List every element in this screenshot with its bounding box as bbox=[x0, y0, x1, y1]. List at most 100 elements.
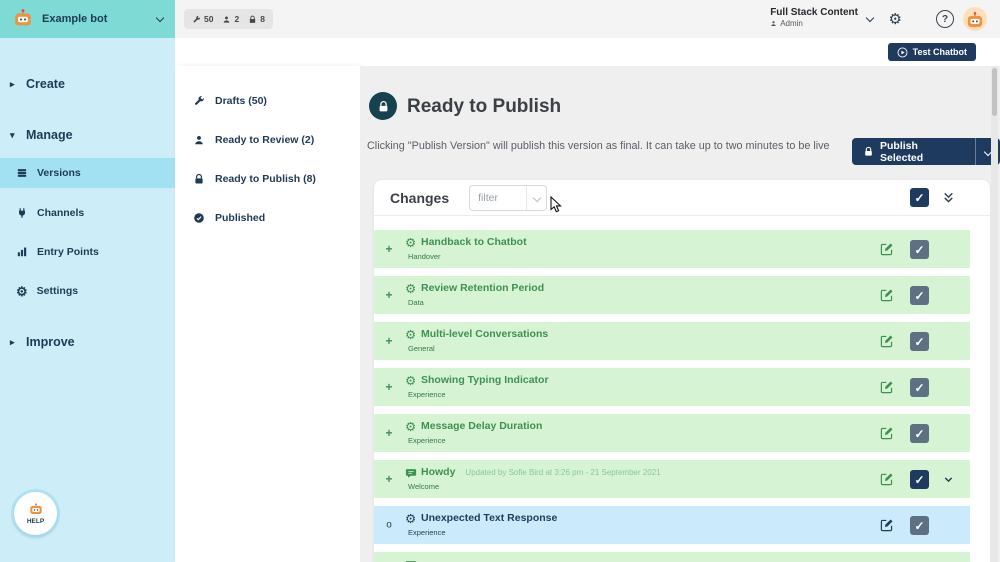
gear-icon bbox=[405, 328, 416, 342]
bot-avatar-icon bbox=[12, 8, 34, 30]
modified-marker: o bbox=[386, 519, 392, 531]
sidebar-section-create[interactable]: ▸ Create bbox=[0, 73, 175, 95]
gear-icon bbox=[405, 282, 416, 296]
triangle-down-icon: ▾ bbox=[10, 129, 15, 140]
row-checkbox[interactable] bbox=[910, 240, 929, 259]
check-circle-icon bbox=[193, 212, 205, 224]
nav-item-drafts[interactable]: Drafts (50) bbox=[175, 86, 360, 116]
user-avatar[interactable] bbox=[963, 7, 987, 31]
gear-icon bbox=[405, 374, 416, 388]
publish-selected-label: Publish Selected bbox=[880, 139, 924, 164]
settings-gear-icon[interactable] bbox=[889, 11, 902, 28]
change-category: Experience bbox=[408, 390, 446, 399]
bot-selector[interactable]: Example bot bbox=[0, 0, 175, 38]
sidebar-section-improve[interactable]: ▸ Improve bbox=[0, 331, 175, 353]
person-icon bbox=[193, 134, 205, 146]
edit-icon[interactable] bbox=[880, 288, 894, 302]
chevron-down-icon[interactable] bbox=[942, 473, 955, 486]
change-meta: Updated by Sofie Bird at 3:26 pm - 21 Se… bbox=[465, 468, 661, 477]
lock-icon bbox=[863, 146, 874, 157]
added-marker: + bbox=[385, 380, 393, 394]
account-info: Full Stack Content Admin bbox=[770, 7, 858, 28]
review-count: 2 bbox=[234, 14, 240, 24]
person-icon bbox=[222, 15, 231, 24]
help-floating-button[interactable]: HELP bbox=[14, 492, 57, 535]
page-description: Clicking "Publish Version" will publish … bbox=[367, 140, 830, 152]
edit-icon[interactable] bbox=[880, 426, 894, 440]
added-marker: + bbox=[385, 472, 393, 486]
sidebar-create-label: Create bbox=[26, 77, 65, 91]
change-title: Handback to Chatbot bbox=[421, 236, 527, 248]
sidebar: ▸ Create ▾ Manage Versions Channels Entr… bbox=[0, 38, 175, 562]
change-row[interactable]: + Review Retention Period Data bbox=[374, 276, 970, 314]
person-icon bbox=[770, 20, 777, 27]
sidebar-manage-label: Manage bbox=[26, 128, 73, 142]
change-title: Showing Typing Indicator bbox=[421, 374, 549, 386]
test-chatbot-button[interactable]: Test Chatbot bbox=[887, 43, 976, 61]
scrollbar-thumb[interactable] bbox=[992, 68, 997, 116]
edit-icon[interactable] bbox=[880, 334, 894, 348]
versions-label: Versions bbox=[37, 167, 81, 179]
account-name: Full Stack Content bbox=[770, 7, 858, 18]
edit-icon[interactable] bbox=[880, 472, 894, 486]
bar-chart-icon bbox=[16, 246, 28, 258]
main-content: Ready to Publish Clicking "Publish Versi… bbox=[360, 66, 1000, 562]
row-checkbox[interactable] bbox=[910, 378, 929, 397]
drafts-stat: 50 bbox=[192, 14, 213, 24]
sidebar-item-channels[interactable]: Channels bbox=[0, 198, 175, 228]
scrollbar bbox=[991, 66, 998, 562]
change-title: Multi-level Conversations bbox=[421, 328, 549, 340]
lock-icon bbox=[248, 15, 257, 24]
change-row[interactable]: + Multi-level Conversations General bbox=[374, 322, 970, 360]
row-checkbox[interactable] bbox=[910, 516, 929, 535]
edit-icon[interactable] bbox=[880, 380, 894, 394]
change-row[interactable]: + Showing Typing Indicator Experience bbox=[374, 368, 970, 406]
change-row[interactable]: + Handback to Chatbot Handover bbox=[374, 230, 970, 268]
sidebar-item-entry-points[interactable]: Entry Points bbox=[0, 237, 175, 267]
change-category: Experience bbox=[408, 528, 446, 537]
change-row-modified[interactable]: o Unexpected Text Response Experience bbox=[374, 506, 970, 544]
added-marker: + bbox=[385, 426, 393, 440]
change-title: Unexpected Text Response bbox=[421, 512, 558, 524]
gear-icon bbox=[405, 420, 416, 434]
edit-icon[interactable] bbox=[880, 518, 894, 532]
wrench-icon bbox=[193, 95, 205, 107]
lock-icon bbox=[193, 173, 205, 185]
change-title: Review Retention Period bbox=[421, 282, 545, 294]
account-role: Admin bbox=[770, 19, 803, 28]
gear-icon bbox=[405, 236, 416, 250]
sidebar-item-versions[interactable]: Versions bbox=[0, 158, 175, 188]
gear-icon bbox=[405, 512, 416, 526]
publish-stat: 8 bbox=[248, 14, 265, 24]
gear-icon bbox=[16, 284, 28, 299]
change-title: Howdy bbox=[421, 466, 456, 478]
row-checkbox[interactable] bbox=[910, 470, 929, 489]
nav-item-ready-to-review[interactable]: Ready to Review (2) bbox=[175, 125, 360, 155]
sidebar-item-settings[interactable]: Settings bbox=[0, 276, 175, 306]
row-checkbox[interactable] bbox=[910, 424, 929, 443]
added-marker: + bbox=[385, 334, 393, 348]
publish-count: 8 bbox=[260, 14, 265, 24]
wrench-icon bbox=[192, 15, 201, 24]
sidebar-section-manage[interactable]: ▾ Manage bbox=[0, 124, 175, 146]
change-row[interactable]: + Message Delay Duration Experience bbox=[374, 414, 970, 452]
top-bar: 50 2 8 Full Stack Content Admin ? bbox=[175, 0, 1000, 38]
changes-card: Changes filter + Handback to Chatbot Han… bbox=[374, 180, 990, 562]
row-checkbox[interactable] bbox=[910, 332, 929, 351]
help-icon[interactable]: ? bbox=[936, 10, 954, 28]
lock-badge-icon bbox=[369, 92, 397, 120]
publish-selected-button[interactable]: Publish Selected bbox=[852, 138, 976, 165]
expand-all-icon[interactable] bbox=[941, 190, 956, 205]
edit-icon[interactable] bbox=[880, 242, 894, 256]
row-checkbox[interactable] bbox=[910, 286, 929, 305]
filter-dropdown[interactable]: filter bbox=[469, 184, 548, 211]
changes-title: Changes bbox=[390, 189, 450, 206]
change-row-howdy[interactable]: + Howdy Updated by Sofie Bird at 3:26 pm… bbox=[374, 460, 970, 498]
nav-item-ready-to-publish[interactable]: Ready to Publish (8) bbox=[175, 164, 360, 194]
change-row-partial[interactable] bbox=[374, 552, 970, 562]
nav-item-published[interactable]: Published bbox=[175, 203, 360, 233]
bot-name: Example bot bbox=[42, 13, 108, 25]
triangle-right-icon: ▸ bbox=[10, 78, 15, 89]
account-menu-chevron-icon[interactable] bbox=[865, 13, 875, 23]
select-all-checkbox[interactable] bbox=[910, 188, 929, 207]
